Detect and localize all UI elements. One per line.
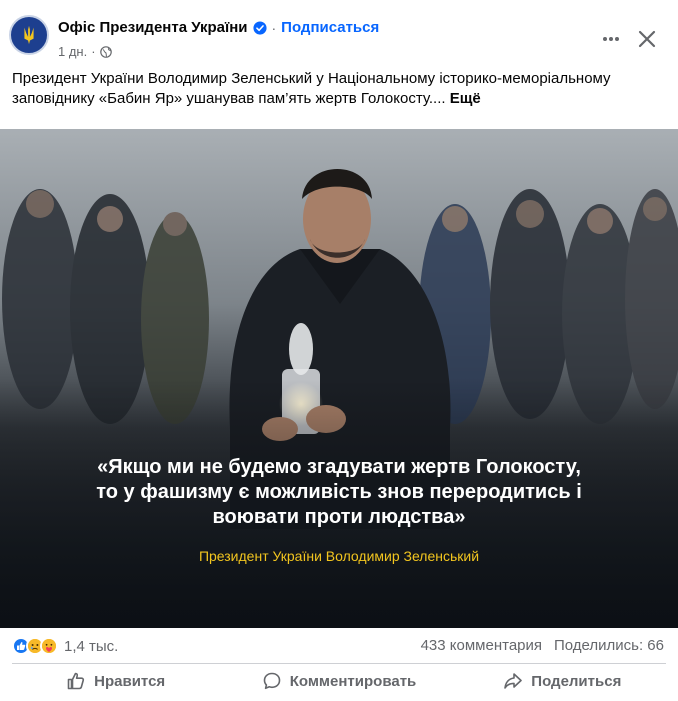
comment-icon	[263, 672, 281, 690]
reaction-count[interactable]: 1,4 тыс.	[64, 638, 118, 655]
close-icon	[638, 30, 656, 48]
globe-icon	[99, 45, 112, 58]
divider	[12, 663, 666, 664]
facebook-post: Офіс Президента України · Подписаться 1 …	[0, 0, 678, 701]
separator-dot: ·	[271, 19, 277, 36]
action-bar: Нравится Комментировать Поделиться	[4, 666, 674, 696]
page-name-row: Офіс Президента України · Подписаться	[58, 19, 379, 36]
more-horizontal-icon	[603, 37, 619, 41]
comment-label: Комментировать	[289, 672, 417, 690]
share-label: Поделиться	[531, 672, 622, 690]
share-button[interactable]: Поделиться	[451, 666, 674, 696]
thumbs-up-icon	[67, 672, 85, 690]
follow-button[interactable]: Подписаться	[281, 19, 379, 36]
post-header: Офіс Президента України · Подписаться 1 …	[0, 0, 678, 68]
page-name[interactable]: Офіс Президента України	[58, 19, 248, 36]
like-label: Нравится	[94, 672, 166, 690]
post-text: Президент України Володимир Зеленський у…	[12, 69, 668, 109]
like-button[interactable]: Нравится	[4, 666, 227, 696]
trident-emblem-icon	[24, 25, 34, 45]
post-photo[interactable]: «Якщо ми не будемо згадувати жертв Голок…	[0, 129, 678, 628]
quote-line: «Якщо ми не будемо згадувати жертв Голок…	[97, 456, 581, 478]
post-stats: 433 комментария Поделились: 66	[421, 637, 664, 654]
reactions-summary[interactable]: 1,4 тыс.	[12, 637, 118, 655]
quote-line: то у фашизму є можливість знов переродит…	[96, 481, 582, 503]
verified-badge-icon	[252, 20, 267, 35]
shares-count[interactable]: Поделились: 66	[554, 637, 664, 654]
meta-separator: ·	[91, 44, 96, 59]
share-icon	[504, 673, 523, 689]
care-icon	[40, 637, 58, 655]
post-body: Президент України Володимир Зеленський у…	[12, 70, 611, 107]
quote-line: воювати проти людства»	[212, 506, 466, 528]
photo-quote: «Якщо ми не будемо згадувати жертв Голок…	[0, 455, 678, 530]
comment-button[interactable]: Комментировать	[227, 666, 450, 696]
more-options-button[interactable]	[596, 24, 626, 54]
comments-count[interactable]: 433 комментария	[421, 637, 542, 654]
close-button[interactable]	[632, 24, 662, 54]
post-time[interactable]: 1 дн.	[58, 44, 87, 59]
post-meta: 1 дн. ·	[58, 44, 112, 59]
quote-author: Президент України Володимир Зеленський	[198, 548, 480, 564]
see-more-link[interactable]: Ещё	[450, 90, 481, 107]
page-avatar[interactable]	[9, 15, 49, 55]
